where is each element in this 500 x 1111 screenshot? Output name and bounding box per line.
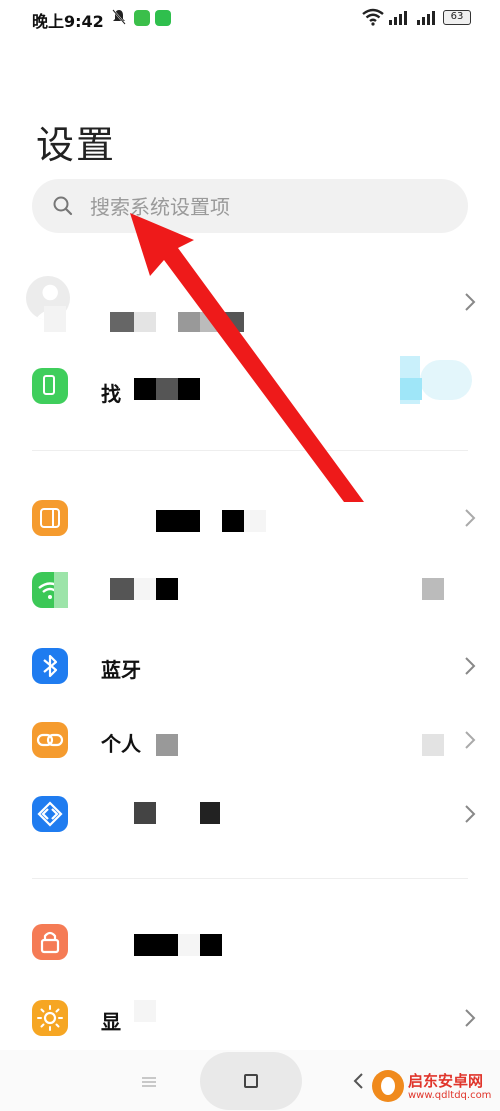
bluetooth-label: 蓝牙 [101,658,141,682]
redacted-block [134,378,156,400]
redacted-block [134,1000,156,1022]
redacted-block [110,312,134,332]
chevron-right-icon [465,509,476,527]
redacted-block [156,378,178,400]
redacted-block [244,510,266,532]
account-row[interactable] [0,264,500,336]
redacted-block [420,360,472,400]
home-button[interactable] [200,1052,302,1110]
watermark-name: 启东安卓网 [408,1072,484,1090]
redacted-block [156,510,200,532]
hotspot-row[interactable]: 个人 [0,704,500,776]
chevron-right-icon [465,657,476,675]
redacted-block [422,578,444,600]
display-row[interactable]: 显 [0,982,500,1054]
chevron-right-icon [465,805,476,823]
redacted-block [222,312,244,332]
lock-screen-row[interactable] [0,906,500,978]
menu-icon[interactable] [140,1075,158,1089]
chevron-right-icon [465,1009,476,1027]
redacted-block [54,572,68,608]
redacted-block [200,802,220,824]
bell-off-icon [112,9,126,25]
redacted-block [156,734,178,756]
hotspot-label: 个人 [101,732,141,756]
find-device-label: 找 [101,382,121,406]
bluetooth-icon [32,648,68,684]
link-icon [32,722,68,758]
redacted-block [200,312,222,332]
redacted-block [200,934,222,956]
wifi-icon [362,8,384,26]
chevron-right-icon [465,293,476,311]
sun-icon [32,1000,68,1036]
divider [32,450,468,451]
redacted-block [156,578,178,600]
lock-icon [32,924,68,960]
signal-icon [417,11,435,25]
divider [32,878,468,879]
redacted-block [178,934,200,956]
display-mode-row[interactable] [0,482,500,554]
display-label: 显 [101,1010,121,1034]
redacted-block [44,306,66,332]
app-icon [134,10,150,26]
search-icon [53,196,73,216]
redacted-block [422,734,444,756]
signal-icon [389,11,407,25]
redacted-block [222,510,244,532]
phone-icon [32,368,68,404]
redacted-block [134,578,156,600]
redacted-block [178,378,200,400]
bluetooth-row[interactable]: 蓝牙 [0,630,500,702]
status-bar: 晚上9:42 63 [0,0,500,40]
share-icon [32,796,68,832]
redacted-block [178,312,200,332]
back-icon[interactable] [352,1072,364,1090]
find-device-row[interactable]: 找 [0,350,500,422]
watermark: 启东安卓网 www.qdltdq.com [372,1068,500,1108]
redacted-block [134,934,178,956]
wechat-icon [155,10,171,26]
search-input[interactable] [88,189,452,225]
chevron-right-icon [465,731,476,749]
watermark-logo-icon [372,1070,404,1102]
redacted-block [400,378,422,400]
watermark-url: www.qdltdq.com [408,1090,492,1101]
page-title: 设置 [36,123,117,167]
redacted-block [110,578,134,600]
battery-icon: 63 [443,10,471,25]
redacted-block [134,802,156,824]
wlan-row[interactable] [0,554,500,626]
connection-sharing-row[interactable] [0,778,500,850]
square-icon [32,500,68,536]
search-bar[interactable] [32,179,468,233]
redacted-block [134,312,156,332]
home-square-icon [244,1074,258,1088]
status-time: 晚上9:42 [32,12,104,31]
